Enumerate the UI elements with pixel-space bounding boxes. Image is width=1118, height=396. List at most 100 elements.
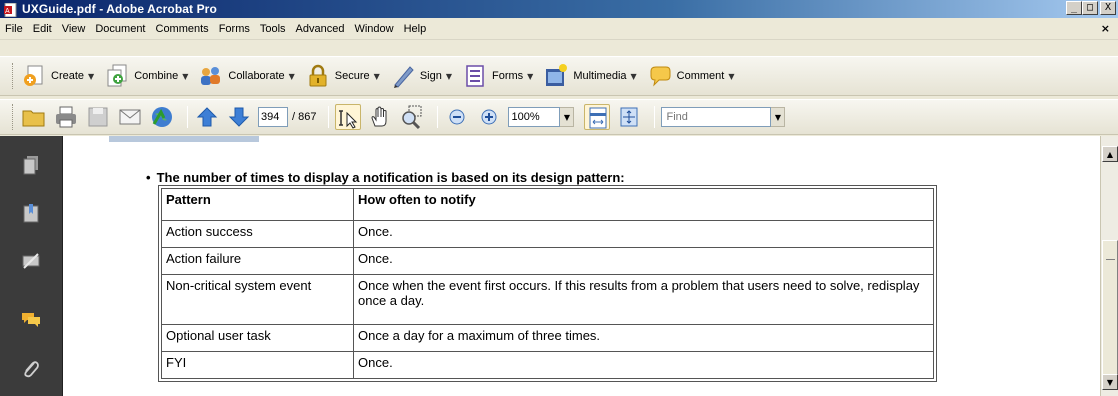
- forms-button[interactable]: Forms ▼: [462, 63, 533, 89]
- table-row: Non-critical system event Once when the …: [161, 274, 934, 325]
- table-cell: Once when the event first occurs. If thi…: [353, 274, 934, 325]
- film-icon: [543, 63, 569, 89]
- table-cell: Action failure: [161, 247, 354, 275]
- arrow-up-icon[interactable]: [194, 104, 220, 130]
- create-icon: [21, 63, 47, 89]
- collaborate-globe-icon[interactable]: [149, 104, 175, 130]
- signatures-panel-icon[interactable]: [20, 250, 42, 272]
- bullet-text: The number of times to display a notific…: [156, 170, 625, 185]
- chevron-down-icon: ▼: [563, 112, 571, 122]
- zoom-level-input[interactable]: [508, 107, 561, 127]
- collaborate-button[interactable]: Collaborate ▼: [198, 63, 295, 89]
- collaborate-icon: [198, 63, 224, 89]
- email-icon[interactable]: [117, 104, 143, 130]
- menu-view[interactable]: View: [62, 23, 86, 35]
- table-cell: Once.: [353, 247, 934, 275]
- open-folder-icon[interactable]: [21, 104, 47, 130]
- table-row: Action success Once.: [161, 220, 934, 248]
- fit-width-icon[interactable]: [584, 104, 611, 130]
- menu-edit[interactable]: Edit: [33, 23, 52, 35]
- arrow-down-icon: ▼: [1106, 377, 1114, 387]
- scroll-thumb[interactable]: [1102, 240, 1118, 390]
- chevron-down-icon: ▼: [373, 71, 380, 81]
- comments-panel-icon[interactable]: [20, 308, 42, 330]
- print-icon[interactable]: [53, 104, 79, 130]
- chevron-down-icon: ▼: [774, 112, 782, 122]
- toolbar-grip[interactable]: [12, 104, 15, 130]
- minimize-button[interactable]: _: [1066, 1, 1082, 15]
- comment-button[interactable]: Comment ▼: [647, 63, 735, 89]
- save-icon[interactable]: [85, 104, 111, 130]
- menu-help[interactable]: Help: [404, 23, 427, 35]
- lock-icon: [305, 63, 331, 89]
- window-controls: _ □ X: [1066, 1, 1116, 15]
- table-cell: FYI: [161, 351, 354, 379]
- combine-icon: [104, 63, 130, 89]
- pen-icon: [390, 63, 416, 89]
- menu-document[interactable]: Document: [95, 23, 145, 35]
- marquee-zoom-icon[interactable]: [399, 104, 425, 130]
- table-row: FYI Once.: [161, 351, 934, 379]
- comment-label: Comment: [676, 70, 725, 82]
- menu-window[interactable]: Window: [354, 23, 393, 35]
- find-input[interactable]: [661, 107, 772, 127]
- acrobat-app-icon: A: [4, 2, 18, 18]
- vertical-scrollbar[interactable]: ▲ ▼: [1100, 136, 1118, 396]
- attachments-paperclip-icon[interactable]: [20, 358, 42, 380]
- tasks-toolbar: Create ▼ Combine ▼ Collaborate ▼ Secure …: [0, 56, 1118, 96]
- arrow-up-icon: ▲: [1106, 149, 1114, 159]
- scroll-down-button[interactable]: ▼: [1102, 374, 1118, 390]
- chevron-down-icon: ▼: [88, 71, 95, 81]
- maximize-button[interactable]: □: [1082, 1, 1098, 15]
- sign-button[interactable]: Sign ▼: [390, 63, 452, 89]
- zoom-out-icon[interactable]: [444, 104, 470, 130]
- scroll-up-button[interactable]: ▲: [1102, 146, 1118, 162]
- hand-tool-icon[interactable]: [367, 104, 393, 130]
- menu-forms[interactable]: Forms: [219, 23, 250, 35]
- menu-bar: File Edit View Document Comments Forms T…: [0, 18, 1118, 40]
- arrow-down-icon[interactable]: [226, 104, 252, 130]
- document-close-button[interactable]: ×: [1101, 22, 1110, 35]
- chevron-down-icon: ▼: [445, 71, 452, 81]
- multimedia-button[interactable]: Multimedia ▼: [543, 63, 637, 89]
- bookmarks-panel-icon[interactable]: [20, 202, 42, 224]
- zoom-in-icon[interactable]: [476, 104, 502, 130]
- create-label: Create: [51, 70, 85, 82]
- secure-button[interactable]: Secure ▼: [305, 63, 380, 89]
- document-view[interactable]: • The number of times to display a notifi…: [62, 136, 1100, 396]
- chevron-down-icon: ▼: [288, 71, 295, 81]
- find-dropdown-button[interactable]: ▼: [771, 107, 786, 127]
- select-tool-icon[interactable]: [335, 104, 362, 130]
- menu-advanced[interactable]: Advanced: [296, 23, 345, 35]
- toolbar-separator: [437, 106, 439, 128]
- title-bar[interactable]: A UXGuide.pdf - Adobe Acrobat Pro _ □ X: [0, 0, 1118, 18]
- table-cell: Once.: [353, 351, 934, 379]
- navigation-panel: [0, 136, 62, 396]
- previous-heading-fragment: [109, 136, 259, 142]
- page-number-input[interactable]: [258, 107, 288, 127]
- menu-comments[interactable]: Comments: [156, 23, 209, 35]
- chevron-down-icon: ▼: [728, 71, 735, 81]
- combine-button[interactable]: Combine ▼: [104, 63, 188, 89]
- toolbar-grip[interactable]: [12, 63, 15, 89]
- acrobat-window: A UXGuide.pdf - Adobe Acrobat Pro _ □ X …: [0, 0, 1118, 396]
- pages-panel-icon[interactable]: [20, 154, 42, 176]
- thumb-grip: [1106, 259, 1115, 260]
- toolbar-separator: [328, 106, 330, 128]
- table-header-row: Pattern How often to notify: [161, 188, 934, 221]
- chevron-down-icon: ▼: [182, 71, 189, 81]
- menu-tools[interactable]: Tools: [260, 23, 286, 35]
- full-screen-icon[interactable]: [616, 104, 642, 130]
- forms-label: Forms: [492, 70, 524, 82]
- svg-text:A: A: [5, 8, 10, 15]
- table-cell: Once a day for a maximum of three times.: [353, 324, 934, 352]
- zoom-dropdown-button[interactable]: ▼: [560, 107, 575, 127]
- bullet-paragraph: • The number of times to display a notifi…: [146, 170, 625, 185]
- notification-frequency-table: Pattern How often to notify Action succe…: [158, 185, 937, 382]
- multimedia-label: Multimedia: [573, 70, 627, 82]
- create-button[interactable]: Create ▼: [21, 63, 94, 89]
- table-cell: Optional user task: [161, 324, 354, 352]
- close-button[interactable]: X: [1100, 1, 1116, 15]
- column-header-pattern: Pattern: [161, 188, 354, 221]
- menu-file[interactable]: File: [5, 23, 23, 35]
